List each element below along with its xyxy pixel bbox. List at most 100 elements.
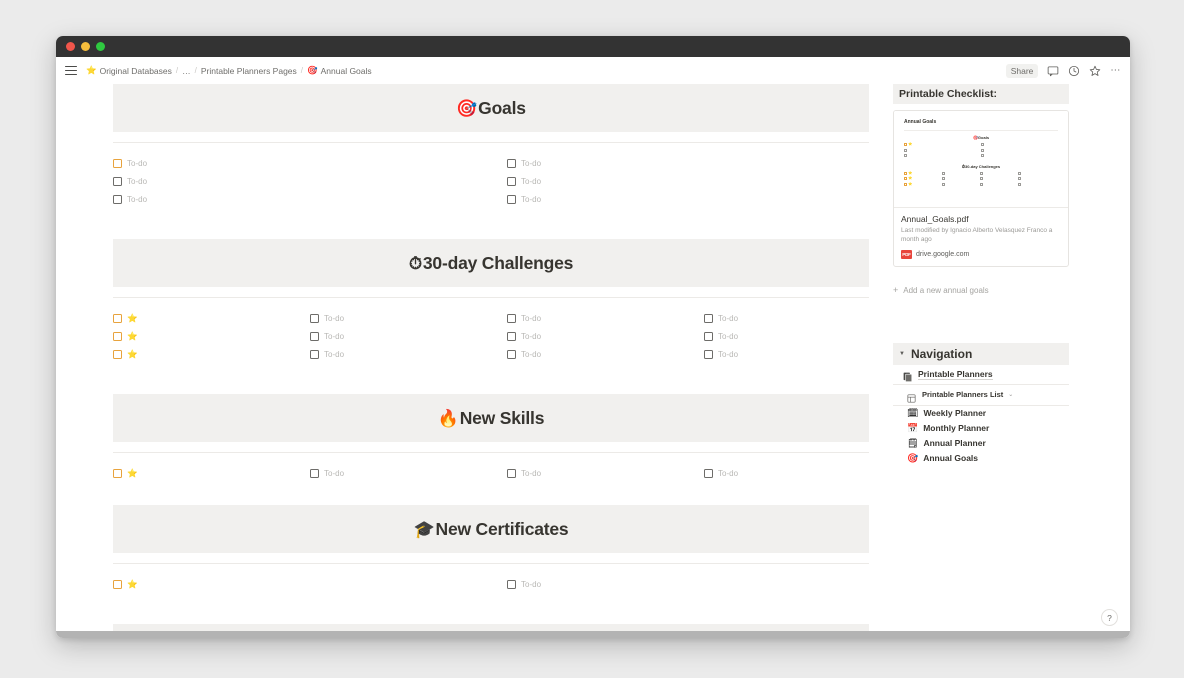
pdf-filename[interactable]: Annual_Goals.pdf xyxy=(901,214,1061,224)
checkbox[interactable] xyxy=(704,469,713,478)
chevron-down-icon[interactable]: ▼ xyxy=(899,351,905,357)
todo-cell[interactable]: To-do xyxy=(310,314,507,323)
todo-cell[interactable]: To-do xyxy=(507,314,704,323)
add-new-annual-goals-button[interactable]: + Add a new annual goals xyxy=(893,286,1069,295)
sidebar-item-annual-planner[interactable]: 🗒 Annual Planner xyxy=(893,436,1069,451)
checkbox[interactable] xyxy=(310,332,319,341)
checkbox[interactable] xyxy=(113,195,122,204)
checkbox[interactable] xyxy=(113,177,122,186)
todo-placeholder: To-do xyxy=(324,350,344,359)
window-maximize-button[interactable] xyxy=(96,42,105,51)
todo-cell[interactable]: To-do xyxy=(507,195,901,204)
todo-cell[interactable]: To-do xyxy=(113,177,507,186)
window-minimize-button[interactable] xyxy=(81,42,90,51)
breadcrumb-item-original-databases[interactable]: ⭐ Original Databases xyxy=(86,66,172,76)
chevron-down-icon[interactable]: ⌄ xyxy=(1008,391,1013,398)
todo-cell[interactable]: To-do xyxy=(310,332,507,341)
pdf-source[interactable]: PDF drive.google.com xyxy=(901,250,1061,259)
section-rows: ⭐ To-do To-do xyxy=(113,298,869,363)
more-options-icon[interactable]: ⋯ xyxy=(1110,67,1121,75)
pdf-preview-card[interactable]: Annual Goals 🎯Goals ⭐ xyxy=(893,110,1069,267)
todo-cell[interactable]: ⭐ xyxy=(113,469,310,478)
sidebar-item-weekly-planner[interactable]: 🗓 Weekly Planner xyxy=(893,406,1069,421)
history-clock-icon[interactable] xyxy=(1068,65,1080,77)
checkbox[interactable] xyxy=(507,332,516,341)
todo-cell[interactable]: To-do xyxy=(310,350,507,359)
todo-cell[interactable]: To-do xyxy=(704,350,901,359)
checkbox[interactable] xyxy=(507,195,516,204)
checkbox[interactable] xyxy=(704,350,713,359)
table-row: ⭐ To-do To-do xyxy=(113,309,869,327)
checkbox[interactable] xyxy=(507,314,516,323)
todo-cell[interactable]: ⭐ xyxy=(113,332,310,341)
comment-icon[interactable] xyxy=(1047,65,1059,77)
sidebar-toggle-icon[interactable] xyxy=(65,66,77,75)
todo-cell[interactable]: ⭐ xyxy=(113,350,310,359)
sidebar-item-printable-planners[interactable]: Printable Planners xyxy=(893,365,1069,385)
checkbox[interactable] xyxy=(113,580,122,589)
thumbnail-row: ⭐ xyxy=(904,172,1058,176)
thumbnail-rule xyxy=(904,130,1058,131)
todo-placeholder: To-do xyxy=(127,195,147,204)
main-column: 🎯 Goals To-do xyxy=(113,84,869,638)
todo-cell[interactable]: To-do xyxy=(507,469,704,478)
share-button[interactable]: Share xyxy=(1006,64,1039,78)
todo-cell[interactable]: ⭐ xyxy=(113,580,507,589)
sidebar-item-printable-planners-list[interactable]: Printable Planners List ⌄ xyxy=(893,385,1069,406)
thumbnail-cell xyxy=(904,149,981,152)
sidebar-item-monthly-planner[interactable]: 📅 Monthly Planner xyxy=(893,421,1069,436)
page-scroll-area[interactable]: 🎯 Goals To-do xyxy=(56,84,1130,638)
section-title-text: Goals xyxy=(478,98,526,119)
checkbox[interactable] xyxy=(113,332,122,341)
checkbox[interactable] xyxy=(113,314,122,323)
thumbnail-cell xyxy=(1018,183,1056,187)
checkbox[interactable] xyxy=(704,314,713,323)
section-title-text: New Certificates xyxy=(436,519,569,540)
todo-cell[interactable]: To-do xyxy=(113,195,507,204)
checkbox[interactable] xyxy=(507,177,516,186)
checkbox[interactable] xyxy=(704,332,713,341)
checkbox[interactable] xyxy=(507,350,516,359)
breadcrumb-separator: / xyxy=(176,66,178,75)
todo-cell[interactable]: To-do xyxy=(310,469,507,478)
todo-cell[interactable]: ⭐ xyxy=(113,314,310,323)
thumbnail-cell xyxy=(942,177,980,181)
todo-cell[interactable]: To-do xyxy=(704,469,901,478)
checkbox[interactable] xyxy=(310,350,319,359)
todo-cell[interactable]: To-do xyxy=(507,177,901,186)
todo-cell[interactable]: To-do xyxy=(113,159,507,168)
help-button[interactable]: ? xyxy=(1101,609,1118,626)
todo-placeholder: To-do xyxy=(127,159,147,168)
breadcrumb-item-annual-goals[interactable]: 🎯 Annual Goals xyxy=(307,66,372,76)
checkbox[interactable] xyxy=(507,159,516,168)
thumbnail-row xyxy=(904,149,1058,152)
checkbox[interactable] xyxy=(113,350,122,359)
breadcrumb-item-ellipsis[interactable]: … xyxy=(182,66,191,76)
pdf-thumbnail[interactable]: Annual Goals 🎯Goals ⭐ xyxy=(894,111,1068,208)
sidebar-item-annual-goals[interactable]: 🎯 Annual Goals xyxy=(893,451,1069,466)
section-goals: 🎯 Goals To-do xyxy=(113,84,869,208)
checkbox[interactable] xyxy=(507,469,516,478)
todo-placeholder: To-do xyxy=(521,350,541,359)
todo-cell[interactable]: To-do xyxy=(507,580,901,589)
pdf-last-modified: Last modified by Ignacio Alberto Velasqu… xyxy=(901,226,1061,245)
thumbnail-checkbox xyxy=(904,172,907,175)
breadcrumb-item-printable-planners-pages[interactable]: Printable Planners Pages xyxy=(201,66,297,76)
navigation-header[interactable]: ▼ Navigation xyxy=(893,343,1069,365)
todo-cell[interactable]: To-do xyxy=(507,350,704,359)
todo-placeholder: To-do xyxy=(324,469,344,478)
checkbox[interactable] xyxy=(507,580,516,589)
todo-cell[interactable]: To-do xyxy=(507,159,901,168)
checkbox[interactable] xyxy=(310,314,319,323)
checkbox[interactable] xyxy=(310,469,319,478)
checkbox[interactable] xyxy=(113,159,122,168)
checkbox[interactable] xyxy=(113,469,122,478)
todo-cell[interactable]: To-do xyxy=(704,314,901,323)
window-close-button[interactable] xyxy=(66,42,75,51)
breadcrumb: ⭐ Original Databases / … / Printable Pla… xyxy=(86,66,372,76)
favorite-star-icon[interactable] xyxy=(1089,65,1101,77)
horizontal-scrollbar[interactable] xyxy=(56,631,1130,638)
todo-cell[interactable]: To-do xyxy=(704,332,901,341)
todo-placeholder: To-do xyxy=(521,469,541,478)
todo-cell[interactable]: To-do xyxy=(507,332,704,341)
